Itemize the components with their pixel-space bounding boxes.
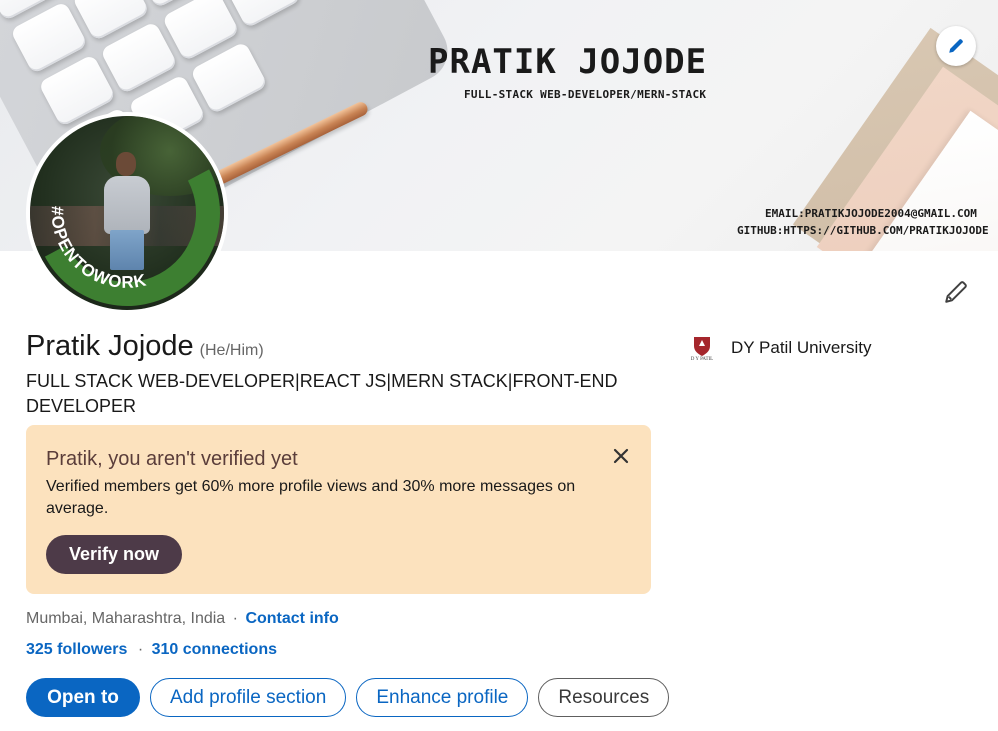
- location-row: Mumbai, Maharashtra, India · Contact inf…: [26, 610, 339, 628]
- cover-subtitle: FULL-STACK WEB-DEVELOPER/MERN-STACK: [464, 88, 707, 101]
- school-name: DY Patil University: [731, 338, 872, 357]
- resources-button[interactable]: Resources: [538, 678, 670, 717]
- profile-avatar[interactable]: #OPENTOWORK: [26, 112, 228, 314]
- profile-headline: FULL STACK WEB-DEVELOPER|REACT JS|MERN S…: [26, 371, 618, 416]
- profile-actions: Open to Add profile section Enhance prof…: [26, 678, 670, 717]
- cover-title: PRATIK JOJODE: [428, 42, 708, 82]
- school-logo-icon: D Y PATIL: [684, 328, 720, 368]
- network-stats: 325 followers · 310 connections: [26, 641, 277, 659]
- profile-location: Mumbai, Maharashtra, India: [26, 610, 226, 627]
- cover-email: EMAIL:PRATIKJOJODE2004@GMAIL.COM: [765, 207, 977, 220]
- edit-intro-button[interactable]: [938, 274, 974, 310]
- close-icon: [613, 448, 629, 464]
- pencil-icon: [949, 39, 963, 53]
- pencil-icon: [945, 281, 967, 303]
- add-profile-section-button[interactable]: Add profile section: [150, 678, 347, 717]
- followers-link[interactable]: 325 followers: [26, 641, 127, 658]
- open-to-button[interactable]: Open to: [26, 678, 140, 717]
- contact-info-link[interactable]: Contact info: [245, 610, 338, 627]
- profile-name: Pratik Jojode: [26, 330, 194, 362]
- school-logo-text: D Y PATIL: [690, 356, 714, 362]
- dismiss-verification-button[interactable]: [607, 442, 635, 470]
- cover-github: GITHUB:HTTPS://GITHUB.COM/PRATIKJOJODE: [737, 224, 989, 237]
- verification-title: Pratik, you aren't verified yet: [46, 448, 298, 470]
- verification-text: Verified members get 60% more profile vi…: [46, 478, 576, 517]
- connections-link[interactable]: 310 connections: [152, 641, 277, 658]
- enhance-profile-button[interactable]: Enhance profile: [356, 678, 529, 717]
- separator: ·: [137, 641, 144, 658]
- education-link[interactable]: D Y PATIL DY Patil University: [684, 328, 871, 368]
- verify-now-button[interactable]: Verify now: [46, 535, 182, 574]
- edit-cover-button[interactable]: [936, 26, 976, 66]
- open-to-work-frame: #OPENTOWORK: [44, 169, 220, 306]
- name-row: Pratik Jojode (He/Him): [26, 330, 264, 363]
- separator: ·: [232, 610, 238, 627]
- verification-card: Pratik, you aren't verified yet Verified…: [26, 425, 651, 594]
- profile-pronouns: (He/Him): [199, 342, 264, 359]
